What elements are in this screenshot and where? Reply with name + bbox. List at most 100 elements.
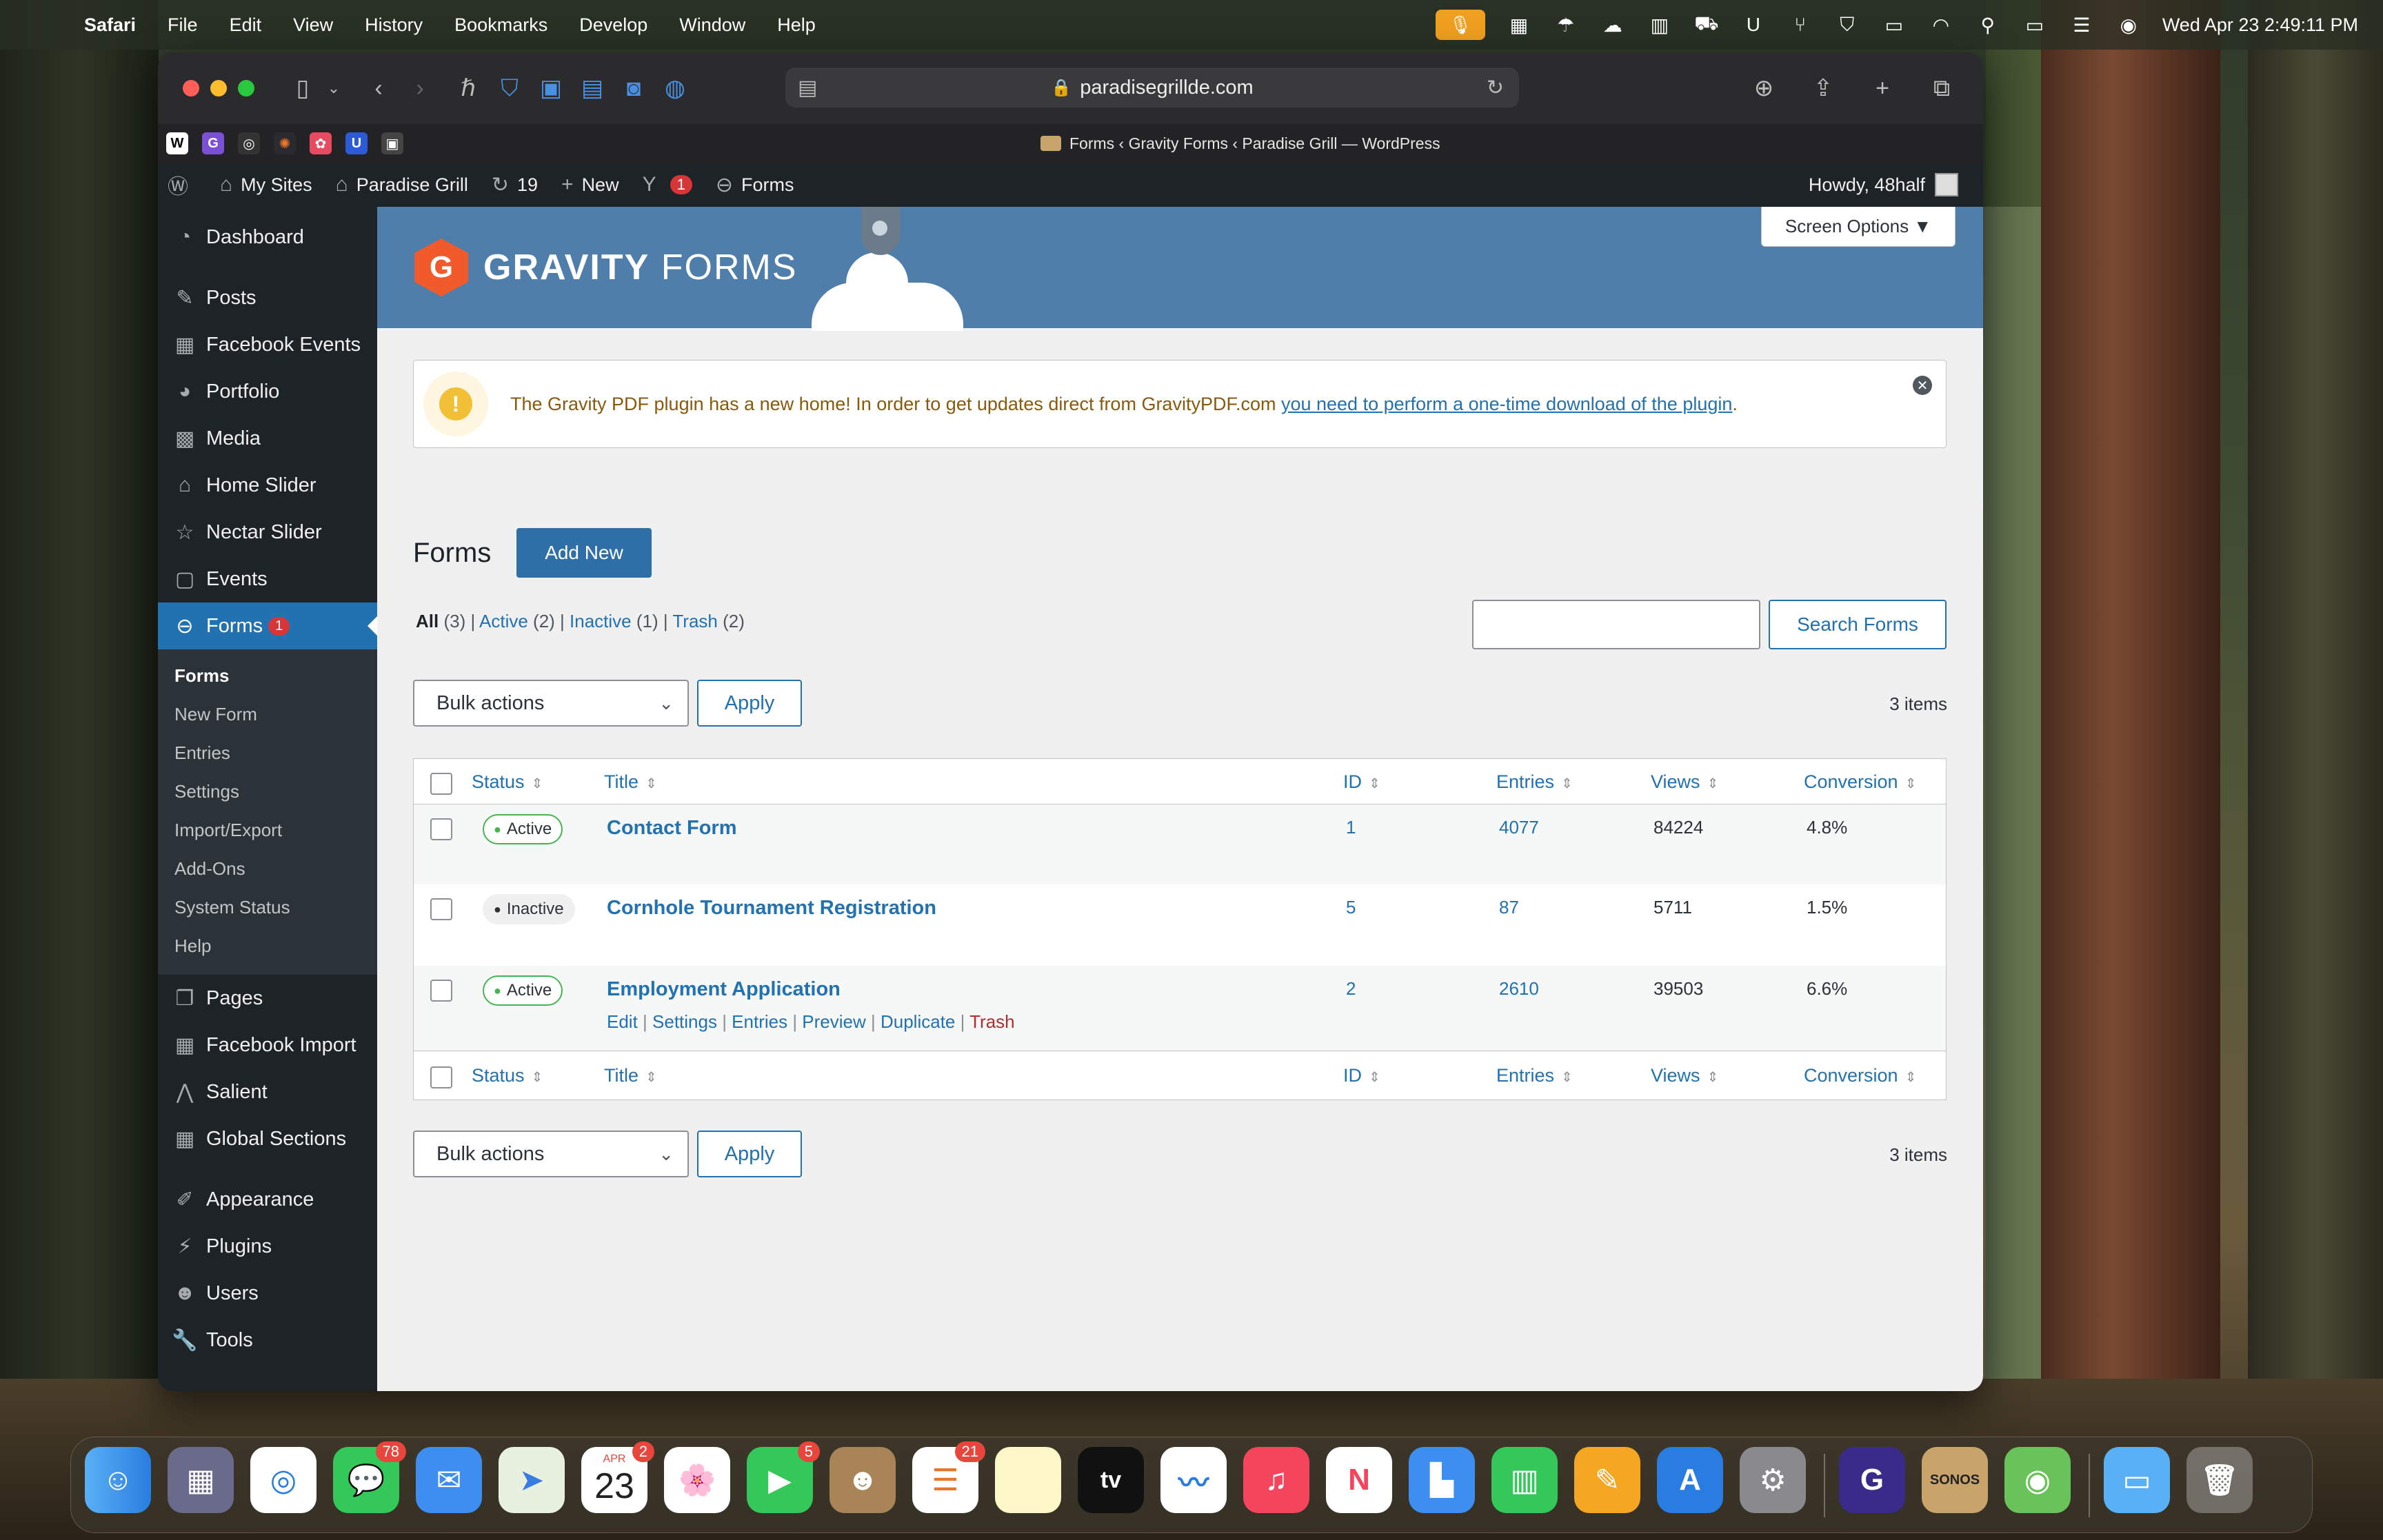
- column-status-footer[interactable]: Status ⇕: [472, 1065, 543, 1086]
- submenu-entries[interactable]: Entries: [158, 733, 377, 772]
- news-icon[interactable]: N: [1326, 1447, 1392, 1513]
- filter-all[interactable]: All: [416, 611, 439, 631]
- chevron-down-icon[interactable]: ⌄: [323, 79, 344, 97]
- column-id[interactable]: ID ⇕: [1343, 771, 1380, 793]
- weather-icon[interactable]: ☁: [1600, 13, 1626, 37]
- finder-icon[interactable]: ☺: [85, 1447, 151, 1513]
- submenu-new-form[interactable]: New Form: [158, 695, 377, 733]
- sidebar-item-plugins[interactable]: ⚡ Plugins: [158, 1223, 377, 1270]
- wifi-icon[interactable]: ◠: [1928, 13, 1954, 37]
- search-forms-button[interactable]: Search Forms: [1769, 600, 1947, 649]
- menu-edit[interactable]: Edit: [230, 14, 262, 36]
- row-action-duplicate[interactable]: Duplicate: [881, 1011, 955, 1032]
- apply-button-top[interactable]: Apply: [697, 680, 802, 727]
- calculator-icon[interactable]: ▦: [1506, 13, 1532, 37]
- cyberduck-icon[interactable]: ◉: [2004, 1447, 2071, 1513]
- sidebar-item-facebook-import[interactable]: ▦ Facebook Import: [158, 1022, 377, 1068]
- row-checkbox[interactable]: [430, 818, 452, 840]
- facetime-icon[interactable]: ▶ 5: [747, 1441, 820, 1513]
- select-all-checkbox[interactable]: [430, 773, 452, 795]
- column-title-footer[interactable]: Title ⇕: [604, 1065, 657, 1086]
- apply-button-bottom[interactable]: Apply: [697, 1131, 802, 1177]
- menubar-clock[interactable]: Wed Apr 23 2:49:11 PM: [2162, 14, 2358, 36]
- sidebar-item-salient[interactable]: ⋀ Salient: [158, 1068, 377, 1115]
- fork-knife-icon[interactable]: ⑂: [1787, 13, 1813, 37]
- menu-window[interactable]: Window: [679, 14, 745, 36]
- column-entries-footer[interactable]: Entries ⇕: [1496, 1065, 1573, 1086]
- pinned-tab-pink-icon[interactable]: ✿: [310, 132, 332, 154]
- battery-widget-icon[interactable]: ▥: [1647, 13, 1673, 37]
- reminders-icon[interactable]: ☰ 21: [912, 1441, 985, 1513]
- sidebar-item-users[interactable]: ☻ Users: [158, 1270, 377, 1317]
- row-action-trash[interactable]: Trash: [969, 1011, 1015, 1032]
- forward-arrow-icon[interactable]: ›: [399, 75, 441, 102]
- siri-icon[interactable]: ◉: [2115, 13, 2142, 37]
- menu-file[interactable]: File: [168, 14, 198, 36]
- select-all-checkbox-footer[interactable]: [430, 1066, 452, 1088]
- row-action-edit[interactable]: Edit: [607, 1011, 638, 1032]
- sidebar-item-forms[interactable]: ⊖ Forms 1: [158, 602, 377, 649]
- submenu-forms[interactable]: Forms: [158, 656, 377, 695]
- bulk-actions-select-top[interactable]: Bulk actions ⌄: [413, 680, 689, 727]
- menu-bookmarks[interactable]: Bookmarks: [454, 14, 547, 36]
- sonos-icon[interactable]: SONOS: [1922, 1447, 1988, 1513]
- extension-icon[interactable]: ℏ: [448, 74, 489, 102]
- sidebar-item-appearance[interactable]: ✐ Appearance: [158, 1176, 377, 1223]
- bitwarden-shield-icon[interactable]: ⛉: [489, 75, 530, 102]
- submenu-help[interactable]: Help: [158, 926, 377, 965]
- sidebar-item-home-slider[interactable]: ⌂ Home Slider: [158, 462, 377, 509]
- yoast-menu[interactable]: Y1: [643, 173, 692, 196]
- apple-tv-icon[interactable]: tv: [1078, 1447, 1144, 1513]
- pinned-tab-wp-icon[interactable]: W: [166, 132, 188, 154]
- sidebar-item-nectar-slider[interactable]: ☆ Nectar Slider: [158, 509, 377, 556]
- pinned-tab-claude-icon[interactable]: ✺: [274, 132, 296, 154]
- filter-inactive[interactable]: Inactive: [570, 611, 632, 631]
- pinned-tab-box-icon[interactable]: ▣: [381, 132, 403, 154]
- extension-globe-icon[interactable]: ◍: [654, 74, 696, 102]
- menu-history[interactable]: History: [365, 14, 423, 36]
- maps-icon[interactable]: ➤: [499, 1447, 565, 1513]
- music-icon[interactable]: ♫: [1243, 1447, 1309, 1513]
- battery-icon[interactable]: ▭: [2022, 13, 2048, 37]
- sidebar-item-posts[interactable]: ✎ Posts: [158, 274, 377, 321]
- car-icon[interactable]: ⛟: [1693, 12, 1720, 37]
- row-checkbox[interactable]: [430, 980, 452, 1002]
- my-sites-menu[interactable]: ⌂ My Sites: [220, 173, 312, 196]
- pinned-tab-openai-icon[interactable]: ◎: [238, 132, 260, 154]
- submenu-system-status[interactable]: System Status: [158, 888, 377, 926]
- filter-trash[interactable]: Trash: [672, 611, 718, 631]
- submenu-import-export[interactable]: Import/Export: [158, 811, 377, 849]
- account-menu[interactable]: Howdy, 48half: [1809, 173, 1958, 196]
- sidebar-item-global-sections[interactable]: ▦ Global Sections: [158, 1115, 377, 1162]
- pages-icon[interactable]: ✎: [1574, 1447, 1640, 1513]
- column-id-footer[interactable]: ID ⇕: [1343, 1065, 1380, 1086]
- forms-menu[interactable]: ⊖ Forms: [716, 173, 794, 197]
- new-tab-icon[interactable]: +: [1862, 75, 1903, 102]
- row-checkbox[interactable]: [430, 898, 452, 920]
- zoom-window-button[interactable]: [238, 80, 254, 97]
- column-conversion-footer[interactable]: Conversion ⇕: [1804, 1065, 1916, 1086]
- form-entries-link[interactable]: 4077: [1499, 817, 1539, 838]
- bulk-actions-select-bottom[interactable]: Bulk actions ⌄: [413, 1131, 689, 1177]
- wordpress-logo-icon[interactable]: Ⓦ: [168, 170, 197, 200]
- extension-grid-icon[interactable]: ▤: [572, 74, 613, 102]
- menu-view[interactable]: View: [293, 14, 333, 36]
- numbers-icon[interactable]: ▥: [1491, 1447, 1558, 1513]
- sidebar-item-dashboard[interactable]: ◔ Dashboard: [158, 214, 377, 261]
- site-name-menu[interactable]: ⌂ Paradise Grill: [336, 173, 468, 196]
- filter-active[interactable]: Active: [479, 611, 528, 631]
- reader-icon[interactable]: ▤: [798, 76, 817, 100]
- column-conversion[interactable]: Conversion ⇕: [1804, 771, 1916, 793]
- form-title-link[interactable]: Contact Form: [607, 817, 737, 840]
- safari-icon[interactable]: ◎: [250, 1447, 316, 1513]
- extension-screen-icon[interactable]: ▣: [530, 74, 572, 102]
- reload-icon[interactable]: ↻: [1487, 76, 1504, 100]
- sidebar-item-portfolio[interactable]: ◕ Portfolio: [158, 368, 377, 415]
- menu-help[interactable]: Help: [777, 14, 816, 36]
- column-views-footer[interactable]: Views ⇕: [1651, 1065, 1718, 1086]
- folder-icon[interactable]: ▭: [2104, 1447, 2170, 1513]
- microphone-icon[interactable]: 🎙: [1435, 10, 1485, 40]
- calendar-icon[interactable]: APR 23 2: [581, 1441, 654, 1513]
- tab-overview-icon[interactable]: ⧉: [1921, 75, 1962, 102]
- trash-icon[interactable]: 🗑: [2186, 1447, 2253, 1513]
